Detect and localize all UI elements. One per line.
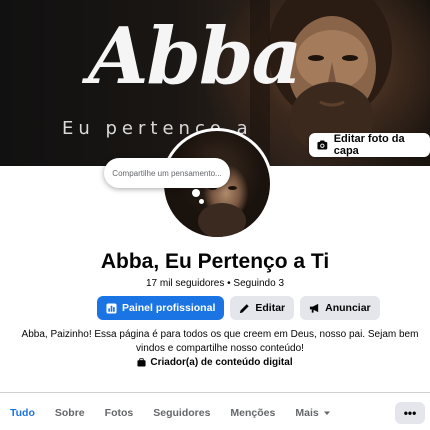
section-divider bbox=[0, 392, 430, 393]
profile-actions: Painel profissional Editar Anunciar bbox=[97, 296, 380, 320]
profile-tabs: Tudo Sobre Fotos Seguidores Menções Mais bbox=[0, 398, 430, 428]
advertise-button[interactable]: Anunciar bbox=[300, 296, 380, 320]
camera-icon bbox=[317, 140, 328, 150]
edit-button[interactable]: Editar bbox=[230, 296, 295, 320]
tab-about[interactable]: Sobre bbox=[45, 398, 95, 428]
page-bio: Abba, Paizinho! Essa página é para todos… bbox=[21, 329, 419, 354]
caret-down-icon bbox=[323, 411, 330, 415]
edit-cover-photo-label: Editar foto da capa bbox=[333, 133, 405, 157]
professional-dashboard-button[interactable]: Painel profissional bbox=[97, 296, 225, 320]
tab-all[interactable]: Tudo bbox=[0, 398, 45, 428]
megaphone-icon bbox=[310, 303, 319, 313]
tab-more-label: Mais bbox=[295, 407, 319, 419]
advertise-label: Anunciar bbox=[325, 302, 371, 314]
edit-label: Editar bbox=[255, 302, 286, 314]
page-name: Abba, Eu Pertenço a Ti bbox=[100, 250, 330, 273]
category-label: Criador(a) de conteúdo digital bbox=[150, 357, 293, 368]
thought-placeholder: Compartilhe um pensamento... bbox=[112, 168, 222, 178]
thought-bubble-tail bbox=[192, 189, 200, 197]
more-options-button[interactable]: ••• bbox=[395, 402, 425, 424]
tab-more[interactable]: Mais bbox=[285, 398, 340, 428]
tab-photos[interactable]: Fotos bbox=[95, 398, 144, 428]
cover-title: Abba bbox=[88, 11, 302, 102]
tab-mentions[interactable]: Menções bbox=[220, 398, 285, 428]
professional-dashboard-label: Painel profissional bbox=[122, 302, 216, 314]
thought-input[interactable]: Compartilhe um pensamento... bbox=[104, 158, 230, 188]
briefcase-icon bbox=[137, 358, 146, 367]
tab-followers[interactable]: Seguidores bbox=[143, 398, 220, 428]
edit-cover-photo-button[interactable]: Editar foto da capa bbox=[309, 133, 430, 157]
follower-stats[interactable]: 17 mil seguidores • Seguindo 3 bbox=[0, 278, 430, 289]
pencil-icon bbox=[240, 303, 250, 313]
page-category: Criador(a) de conteúdo digital bbox=[0, 357, 430, 368]
thought-bubble-tail-small bbox=[199, 199, 204, 204]
bar-chart-icon bbox=[106, 302, 117, 314]
